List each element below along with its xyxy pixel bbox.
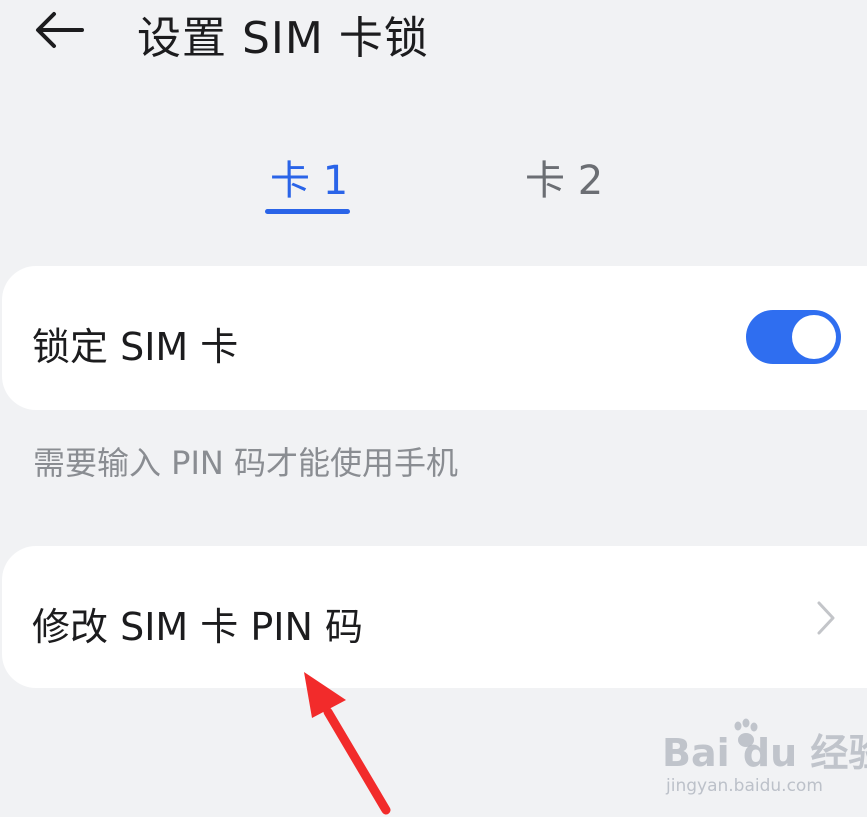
lock-sim-card-row: 锁定 SIM 卡 bbox=[2, 266, 867, 410]
change-pin-row[interactable]: 修改 SIM 卡 PIN 码 bbox=[2, 546, 867, 688]
tab-sim-2[interactable]: 卡 2 bbox=[525, 148, 603, 206]
tab-selected-indicator bbox=[265, 209, 350, 214]
tab-sim-1[interactable]: 卡 1 bbox=[270, 148, 348, 206]
watermark-brand: Bai du 经验 bbox=[662, 731, 867, 775]
lock-sim-label: 锁定 SIM 卡 bbox=[32, 325, 239, 369]
baidu-watermark: Bai du 经验 jingyan.baidu.com bbox=[662, 718, 867, 808]
chevron-right-icon bbox=[817, 601, 835, 635]
lock-sim-hint: 需要输入 PIN 码才能使用手机 bbox=[33, 444, 459, 482]
page-title: 设置 SIM 卡锁 bbox=[137, 13, 429, 64]
annotation-arrow-icon bbox=[304, 672, 391, 815]
back-button[interactable] bbox=[30, 4, 90, 54]
watermark-url: jingyan.baidu.com bbox=[666, 776, 823, 796]
toggle-knob bbox=[792, 315, 836, 359]
change-pin-label: 修改 SIM 卡 PIN 码 bbox=[32, 605, 363, 649]
app-header: 设置 SIM 卡锁 bbox=[0, 0, 867, 70]
paw-icon bbox=[734, 718, 758, 747]
settings-page: 设置 SIM 卡锁 卡 1 卡 2 锁定 SIM 卡 需要输入 PIN 码才能使… bbox=[0, 0, 867, 817]
lock-sim-toggle[interactable] bbox=[746, 310, 841, 364]
arrow-left-icon bbox=[36, 12, 84, 48]
